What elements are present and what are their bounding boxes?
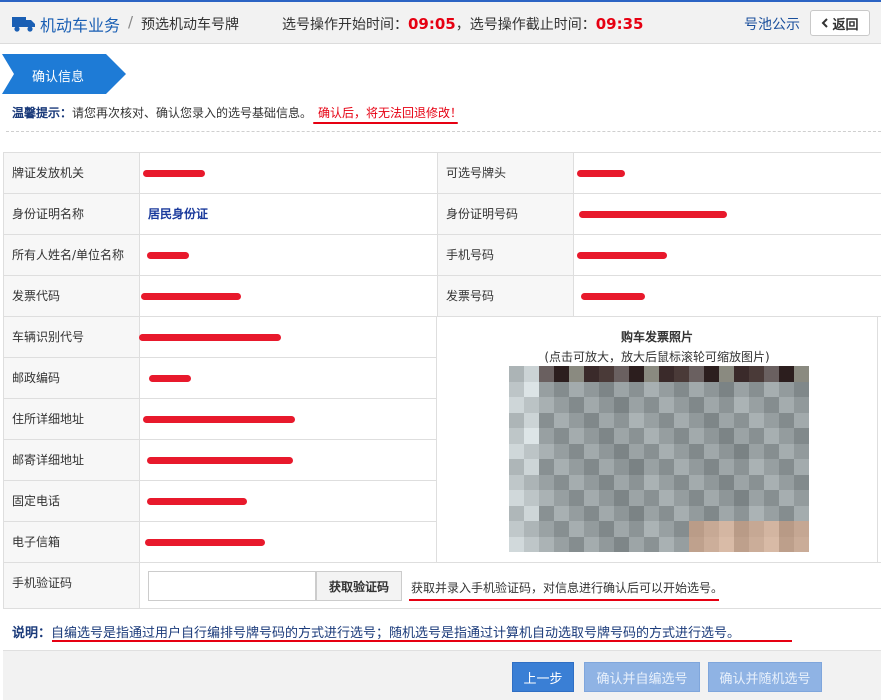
back-button[interactable]: 返回 <box>810 10 870 36</box>
field-label: 电子信箱 <box>3 522 140 562</box>
redaction-mark <box>141 293 241 300</box>
table-row: 住所详细地址 <box>3 399 437 440</box>
id-type-value: 居民身份证 <box>148 207 209 221</box>
step-tab-label: 确认信息 <box>32 70 85 85</box>
redaction-mark <box>577 252 667 259</box>
redaction-mark <box>147 252 189 259</box>
field-label: 牌证发放机关 <box>3 153 140 193</box>
field-label: 车辆识别代号 <box>3 317 140 357</box>
redaction-mark <box>581 293 645 300</box>
redaction-mark <box>145 539 265 546</box>
table-row: 邮寄详细地址 <box>3 440 437 481</box>
field-label: 住所详细地址 <box>3 399 140 439</box>
info-table: 牌证发放机关 可选号牌头 身份证明名称 居民身份证 身份证明号码 所有人姓名/单… <box>3 152 881 609</box>
explanation-note: 说明：自编选号是指通过用户自行编排号牌号码的方式进行选号；随机选号是指通过计算机… <box>12 622 740 641</box>
breadcrumb-module[interactable]: 机动车业务 <box>40 12 120 36</box>
start-time-label: 选号操作开始时间： <box>282 17 408 33</box>
table-row: 所有人姓名/单位名称 手机号码 <box>3 235 881 276</box>
redaction-mark <box>147 498 247 505</box>
field-label: 手机号码 <box>437 235 574 275</box>
breadcrumb-separator: / <box>128 13 134 31</box>
table-row: 牌证发放机关 可选号牌头 <box>3 153 881 194</box>
field-label: 所有人姓名/单位名称 <box>3 235 140 275</box>
breadcrumb-page: 预选机动车号牌 <box>141 17 239 33</box>
field-label: 发票号码 <box>437 276 574 316</box>
back-button-label: 返回 <box>832 16 859 32</box>
redaction-mark <box>147 457 293 464</box>
confirm-random-button[interactable]: 确认并随机选号 <box>708 662 822 692</box>
dashed-divider <box>6 131 881 132</box>
field-label: 身份证明号码 <box>437 194 574 234</box>
photo-title: 购车发票照片 <box>620 330 693 344</box>
table-row: 身份证明名称 居民身份证 身份证明号码 <box>3 194 881 235</box>
step-tab-confirm: 确认信息 <box>2 54 126 94</box>
photo-subtitle: (点击可放大，放大后鼠标滚轮可缩放图片) <box>544 350 770 364</box>
prev-step-button[interactable]: 上一步 <box>512 662 574 692</box>
redaction-mark <box>149 375 191 382</box>
number-pool-link[interactable]: 号池公示 <box>744 14 800 34</box>
field-label: 发票代码 <box>3 276 140 316</box>
sms-code-input[interactable] <box>148 571 316 601</box>
table-row: 发票代码 发票号码 <box>3 276 881 317</box>
tip-text: 请您再次核对、确认您录入的选号基础信息。 <box>72 106 313 120</box>
note-text: 自编选号是指通过用户自行编排号牌号码的方式进行选号；随机选号是指通过计算机自动选… <box>51 626 741 641</box>
chevron-left-icon <box>821 16 829 31</box>
field-label: 邮寄详细地址 <box>3 440 140 480</box>
truck-icon <box>12 14 36 32</box>
redaction-mark <box>579 211 727 218</box>
table-row: 邮政编码 <box>3 358 437 399</box>
field-label: 邮政编码 <box>3 358 140 398</box>
invoice-photo[interactable] <box>509 366 809 552</box>
note-underline <box>52 640 792 642</box>
redaction-mark <box>143 170 205 177</box>
selection-time-window: 选号操作开始时间：09:05，选号操作截止时间：09:35 <box>282 14 644 34</box>
field-label: 可选号牌头 <box>437 153 574 193</box>
start-time: 09:05 <box>408 15 456 33</box>
table-row: 固定电话 <box>3 481 437 522</box>
end-time-label: ，选号操作截止时间： <box>455 17 596 33</box>
tip-warning: 确认后，将无法回退修改！ <box>318 106 463 120</box>
tip-prefix: 温馨提示： <box>12 106 73 120</box>
confirm-custom-button[interactable]: 确认并自编选号 <box>584 662 700 692</box>
end-time: 09:35 <box>595 15 644 33</box>
get-sms-code-button[interactable]: 获取验证码 <box>316 571 402 601</box>
table-row: 车辆识别代号 <box>3 317 437 358</box>
field-label: 手机验证码 <box>3 563 140 608</box>
invoice-photo-panel: 购车发票照片 (点击可放大，放大后鼠标滚轮可缩放图片) <box>436 316 878 562</box>
sms-hint: 获取并录入手机验证码，对信息进行确认后可以开始选号。 <box>411 581 724 595</box>
hint-underline <box>409 599 719 601</box>
header-bar: 机动车业务 / 预选机动车号牌 选号操作开始时间：09:05，选号操作截止时间：… <box>0 0 881 44</box>
warning-underline <box>313 122 458 124</box>
redaction-mark <box>577 170 625 177</box>
field-label: 身份证明名称 <box>3 194 140 234</box>
warm-tip: 温馨提示：请您再次核对、确认您录入的选号基础信息。 确认后，将无法回退修改！ <box>12 104 462 121</box>
field-label: 固定电话 <box>3 481 140 521</box>
redaction-mark <box>143 416 295 423</box>
redaction-mark <box>139 334 281 341</box>
note-prefix: 说明： <box>12 626 52 641</box>
